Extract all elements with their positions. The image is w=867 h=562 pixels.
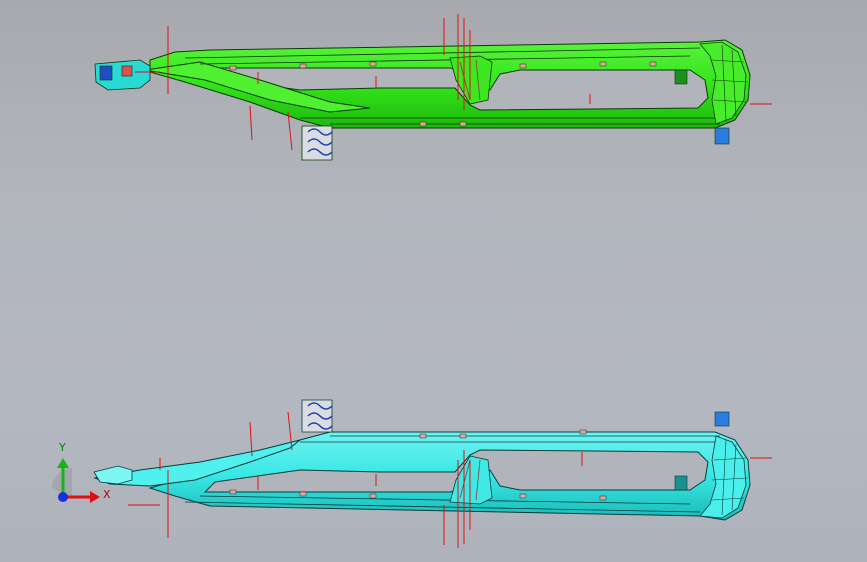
triad-y-arrow [57, 458, 69, 468]
swingarm-top-view[interactable] [94, 39, 751, 161]
triad-y-label: Y [59, 441, 66, 454]
triad-x-arrow [90, 491, 100, 503]
triad-x-label: X [103, 488, 111, 501]
graphics-viewport[interactable]: Y X [0, 0, 867, 562]
view-triad[interactable] [52, 458, 100, 503]
triad-z-axis [58, 492, 68, 502]
swingarm-bottom-front-tip [93, 465, 133, 485]
cad-scene[interactable] [0, 0, 867, 562]
swingarm-bottom-view[interactable] [93, 399, 751, 521]
swingarm-bottom-bracket [301, 399, 333, 433]
